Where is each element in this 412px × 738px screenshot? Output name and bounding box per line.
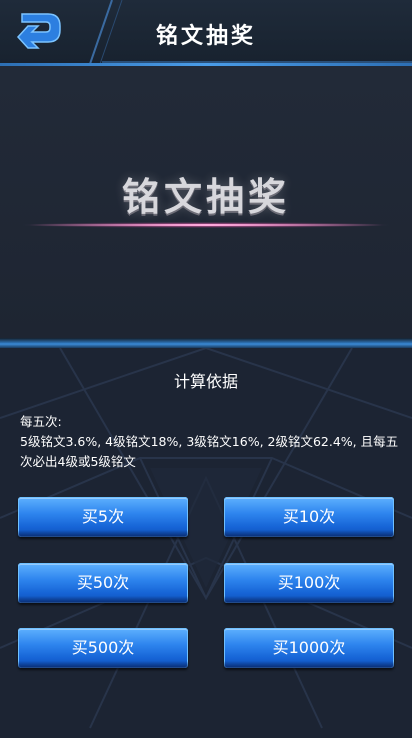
calculation-description: 每五次: 5级铭文3.6%, 4级铭文18%, 3级铭文16%, 2级铭文62.…	[20, 412, 400, 472]
buy-500-label: 买500次	[71, 638, 135, 657]
page-title: 铭文抽奖	[155, 24, 256, 49]
section-title: 计算依据	[173, 372, 238, 391]
buy-50-label: 买50次	[76, 573, 130, 592]
banner-glow-line	[30, 224, 382, 226]
buy-10-button[interactable]: 买10次	[224, 497, 394, 537]
buy-1000-button[interactable]: 买1000次	[224, 628, 394, 668]
buy-100-button[interactable]: 买100次	[224, 563, 394, 603]
draw-panel	[0, 348, 412, 738]
buy-100-label: 买100次	[277, 573, 341, 592]
description-body: 5级铭文3.6%, 4级铭文18%, 3级铭文16%, 2级铭文62.4%, 且…	[20, 434, 399, 469]
buy-10-label: 买10次	[282, 507, 336, 526]
buy-500-button[interactable]: 买500次	[18, 628, 188, 668]
description-heading: 每五次:	[20, 414, 62, 429]
panel-background-pattern	[0, 348, 412, 729]
buy-5-label: 买5次	[81, 507, 125, 526]
buy-50-button[interactable]: 买50次	[18, 563, 188, 603]
buy-1000-label: 买1000次	[272, 638, 346, 657]
banner: 铭文抽奖	[0, 66, 412, 338]
banner-title: 铭文抽奖	[121, 175, 290, 219]
top-bar: 铭文抽奖	[0, 0, 412, 64]
buy-5-button[interactable]: 买5次	[18, 497, 188, 537]
section-divider	[0, 338, 412, 348]
